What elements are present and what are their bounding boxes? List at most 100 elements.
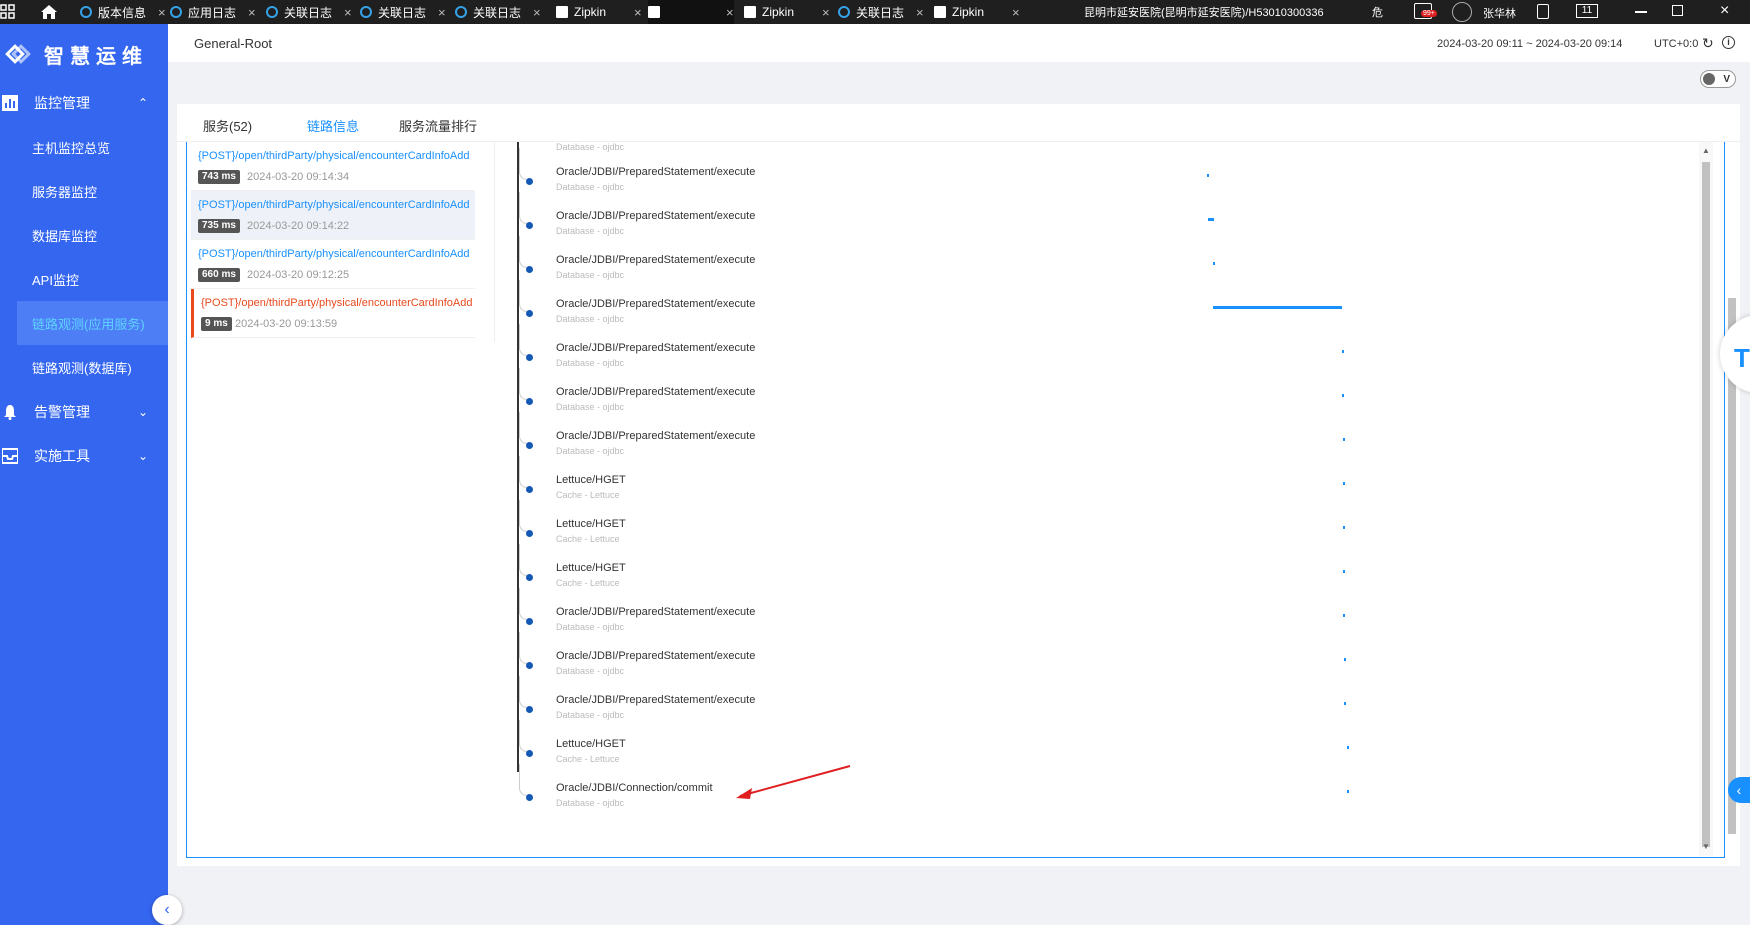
tab-services[interactable]: 服务(52) (203, 116, 252, 135)
menu-monitoring[interactable]: 监控管理 ⌃ (0, 81, 168, 125)
browser-tab[interactable]: 关联日志 × (455, 0, 541, 24)
sub-item-api-monitor[interactable]: API监控 (0, 257, 168, 301)
span-duration-bar[interactable] (1343, 482, 1345, 485)
span-duration-bar[interactable] (1347, 746, 1349, 749)
span-row[interactable]: Oracle/JDBI/PreparedStatement/execute Dat… (517, 236, 1687, 284)
span-row[interactable]: Oracle/JDBI/PreparedStatement/execute Dat… (517, 368, 1687, 416)
sub-item-trace-app[interactable]: 链路观测(应用服务) (17, 301, 168, 345)
span-duration-bar[interactable] (1342, 350, 1344, 353)
browser-tab[interactable]: 应用日志 × (170, 0, 256, 24)
sub-item-trace-db[interactable]: 链路观测(数据库) (0, 345, 168, 389)
tab-trace-info[interactable]: 链路信息 (307, 116, 359, 135)
span-dot-icon (526, 486, 533, 493)
span-subtitle: Database - ojdbc (556, 446, 625, 456)
span-connector (519, 236, 528, 268)
browser-tab[interactable]: Zipkin × (934, 0, 1020, 24)
span-duration-bar[interactable] (1343, 526, 1345, 529)
sub-item-db-monitor[interactable]: 数据库监控 (0, 213, 168, 257)
browser-tab[interactable]: 关联日志 × (838, 0, 924, 24)
span-row[interactable]: Oracle/JDBI/Connection/commit Database - … (517, 764, 1687, 812)
scroll-down-icon[interactable]: ▼ (1702, 842, 1710, 851)
count-badge[interactable]: 11 (1576, 4, 1598, 18)
trace-item-selected[interactable]: {POST}/open/thirdParty/physical/encounte… (191, 191, 475, 240)
trace-item-error[interactable]: {POST}/open/thirdParty/physical/encounte… (191, 289, 475, 338)
span-duration-bar[interactable] (1208, 218, 1214, 221)
span-row[interactable]: Lettuce/HGET Cache - Lettuce (517, 720, 1687, 768)
span-duration-bar[interactable] (1343, 438, 1345, 441)
span-row[interactable]: Oracle/JDBI/PreparedStatement/execute Dat… (517, 676, 1687, 724)
close-tab-icon[interactable]: × (438, 5, 446, 20)
span-row[interactable]: Oracle/JDBI/PreparedStatement/execute Dat… (517, 588, 1687, 636)
refresh-icon[interactable]: ↻ (1702, 35, 1714, 52)
site-icon (170, 6, 182, 18)
span-row[interactable]: Oracle/JDBI/PreparedStatement/execute Dat… (517, 280, 1687, 328)
browser-tab[interactable]: 关联日志 × (266, 0, 352, 24)
span-row-partial[interactable]: Database - ojdbc (517, 112, 1687, 156)
browser-tab[interactable]: 版本信息 × (80, 0, 166, 24)
document-icon (648, 6, 660, 18)
avatar[interactable] (1452, 2, 1472, 22)
close-tab-icon[interactable]: × (726, 5, 734, 20)
span-duration-bar[interactable] (1343, 614, 1345, 617)
page-scrollbar[interactable] (1726, 142, 1738, 850)
lock-icon[interactable] (1537, 4, 1549, 19)
info-icon[interactable]: i (1722, 36, 1735, 49)
browser-tab[interactable]: 关联日志 × (360, 0, 446, 24)
tab-traffic-rank[interactable]: 服务流量排行 (399, 116, 477, 135)
sidebar-collapse-button[interactable]: ‹ (152, 895, 182, 925)
timezone[interactable]: UTC+0:0 (1654, 38, 1698, 50)
span-duration-bar[interactable] (1213, 262, 1215, 265)
browser-tab[interactable]: × (648, 0, 734, 24)
close-tab-icon[interactable]: × (822, 5, 830, 20)
span-dot-icon (526, 310, 533, 317)
span-duration-bar[interactable] (1207, 174, 1209, 177)
span-row[interactable]: Lettuce/HGET Cache - Lettuce (517, 500, 1687, 548)
span-duration-bar[interactable] (1342, 394, 1344, 397)
close-tab-icon[interactable]: × (158, 5, 166, 20)
trace-time: 2024-03-20 09:13:59 (235, 318, 338, 330)
side-expand-button[interactable]: ‹ (1728, 777, 1750, 803)
close-window-icon[interactable]: × (1720, 2, 1729, 20)
breadcrumb[interactable]: General-Root (194, 36, 272, 51)
span-connector (519, 500, 528, 532)
browser-tab[interactable]: Zipkin × (556, 0, 642, 24)
span-row[interactable]: Oracle/JDBI/PreparedStatement/execute Dat… (517, 412, 1687, 460)
close-tab-icon[interactable]: × (1012, 5, 1020, 20)
close-tab-icon[interactable]: × (533, 5, 541, 20)
scroll-up-icon[interactable]: ▲ (1702, 146, 1710, 155)
menu-tools[interactable]: 实施工具 ⌄ (0, 434, 168, 478)
home-icon[interactable] (40, 0, 64, 24)
span-duration-bar[interactable] (1344, 702, 1346, 705)
span-row[interactable]: Oracle/JDBI/PreparedStatement/execute Dat… (517, 632, 1687, 680)
span-duration-bar[interactable] (1213, 306, 1342, 309)
span-row[interactable]: Oracle/JDBI/PreparedStatement/execute Dat… (517, 324, 1687, 372)
trace-item[interactable]: {POST}/open/thirdParty/physical/encounte… (191, 142, 475, 191)
close-tab-icon[interactable]: × (248, 5, 256, 20)
user-name[interactable]: 张华林 (1483, 5, 1516, 21)
browser-tab[interactable]: Zipkin × (744, 0, 830, 24)
timeline-scrollbar[interactable]: ▲ ▼ (1699, 142, 1713, 856)
close-tab-icon[interactable]: × (344, 5, 352, 20)
span-duration-bar[interactable] (1343, 570, 1345, 573)
menu-alerts[interactable]: 告警管理 ⌄ (0, 390, 168, 434)
span-duration-bar[interactable] (1344, 658, 1346, 661)
restore-icon[interactable] (1672, 5, 1683, 16)
span-duration-bar[interactable] (1347, 790, 1349, 793)
trace-item[interactable]: {POST}/open/thirdParty/physical/encounte… (191, 240, 475, 289)
sub-item-host-overview[interactable]: 主机监控总览 (0, 125, 168, 169)
time-range[interactable]: 2024-03-20 09:11 ~ 2024-03-20 09:14 (1437, 38, 1622, 50)
toggle-switch[interactable]: V (1700, 70, 1736, 88)
minimize-icon[interactable] (1635, 11, 1647, 13)
span-row[interactable]: Lettuce/HGET Cache - Lettuce (517, 544, 1687, 592)
scrollbar-thumb[interactable] (1702, 162, 1710, 847)
close-tab-icon[interactable]: × (634, 5, 642, 20)
span-connector (519, 412, 528, 444)
logo[interactable]: 智慧运维 (4, 40, 148, 69)
span-row[interactable]: Lettuce/HGET Cache - Lettuce (517, 456, 1687, 504)
close-tab-icon[interactable]: × (916, 5, 924, 20)
sub-item-server-monitor[interactable]: 服务器监控 (0, 169, 168, 213)
grid-menu-icon[interactable] (0, 0, 18, 24)
notification-icon[interactable]: 99+ (1414, 3, 1437, 19)
span-row[interactable]: Oracle/JDBI/PreparedStatement/execute Dat… (517, 148, 1687, 196)
span-row[interactable]: Oracle/JDBI/PreparedStatement/execute Dat… (517, 192, 1687, 240)
